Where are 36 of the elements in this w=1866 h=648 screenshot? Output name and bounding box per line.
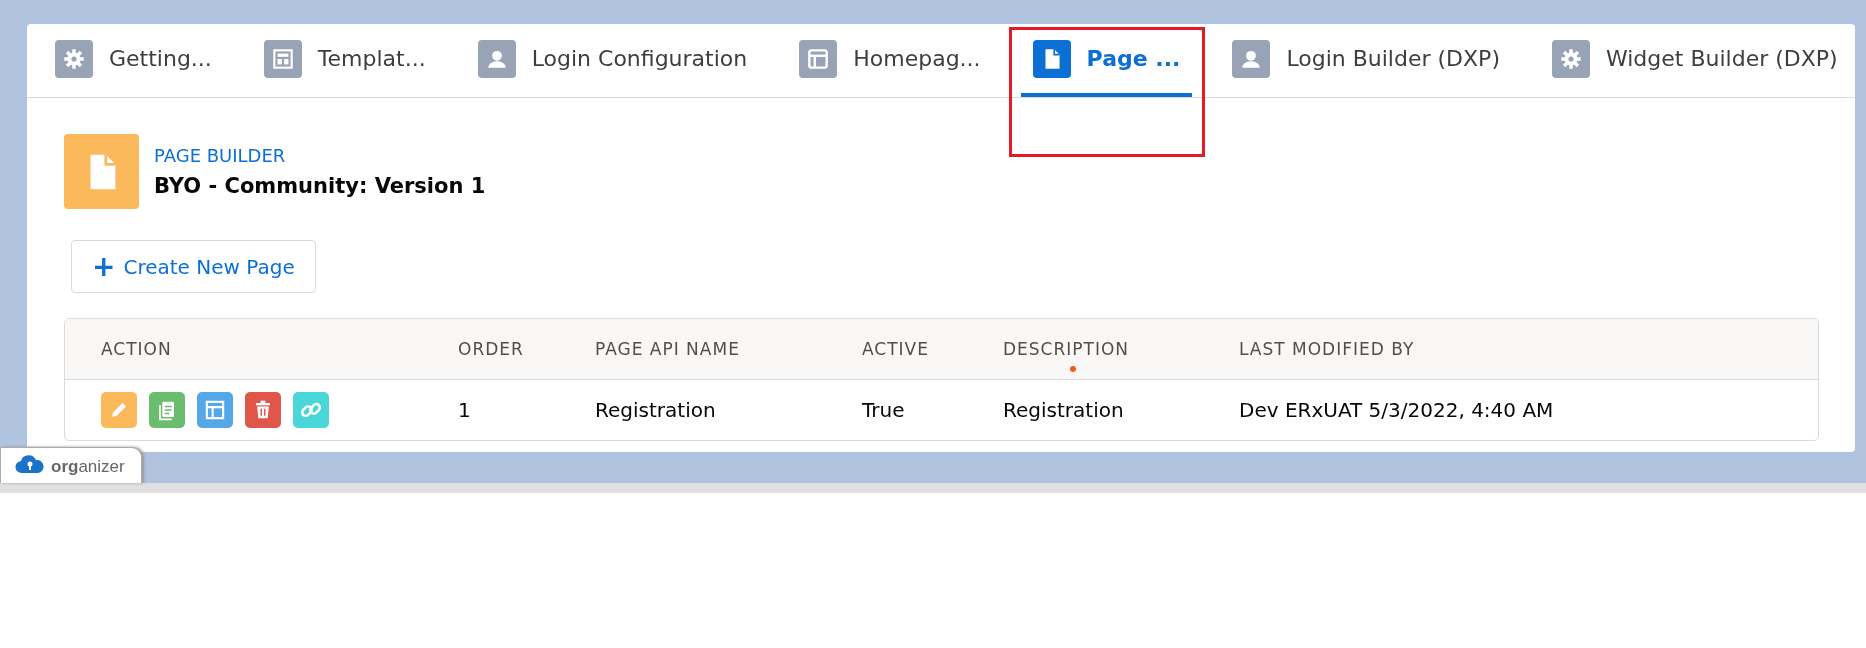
tab[interactable]: Page ... — [1020, 24, 1193, 97]
table-cell-text: 1 — [458, 398, 472, 422]
table-cell-text: Dev ERxUAT 5/3/2022, 4:40 AM — [1239, 398, 1555, 422]
layout-icon — [799, 39, 838, 78]
person-icon — [1232, 39, 1271, 78]
gear-icon — [55, 39, 93, 78]
column-header: ACTION — [100, 339, 173, 359]
column-header: LAST MODIFIED BY — [1239, 339, 1416, 359]
link-icon[interactable] — [293, 392, 329, 428]
template-icon — [263, 39, 302, 78]
gear-icon — [1551, 39, 1590, 78]
document-icon — [1032, 39, 1071, 78]
organizer-tab[interactable]: organizer — [0, 447, 142, 483]
tab[interactable]: Templat... — [251, 24, 438, 97]
tab[interactable]: Login Builder (DXP) — [1220, 24, 1512, 97]
tab[interactable]: Getting... — [43, 24, 224, 97]
column-header: PAGE API NAME — [595, 339, 741, 359]
table-cell-text: Registration — [1003, 398, 1125, 422]
column-header: DESCRIPTION — [1003, 339, 1239, 359]
page-title: BYO - Community: Version 1 — [154, 174, 486, 198]
column-header: ACTIVE — [862, 339, 930, 359]
table-cell-text: True — [862, 398, 906, 422]
tab[interactable]: Homepag... — [787, 24, 993, 97]
document-icon — [64, 134, 139, 209]
column-header: ORDER — [458, 339, 525, 359]
table-cell-text: Registration — [595, 398, 717, 422]
layout-icon[interactable] — [197, 392, 233, 428]
create-new-page-button[interactable]: + Create New Page — [71, 240, 316, 293]
person-icon — [477, 39, 516, 78]
tab[interactable]: Widget Builder (DXP) — [1539, 24, 1850, 97]
pencil-icon[interactable] — [101, 392, 137, 428]
page-eyebrow: PAGE BUILDER — [154, 145, 287, 166]
copy-icon[interactable] — [149, 392, 185, 428]
trash-icon[interactable] — [245, 392, 281, 428]
tab[interactable]: Login Configuration — [465, 24, 760, 97]
organizer-label: organizer — [51, 456, 125, 477]
